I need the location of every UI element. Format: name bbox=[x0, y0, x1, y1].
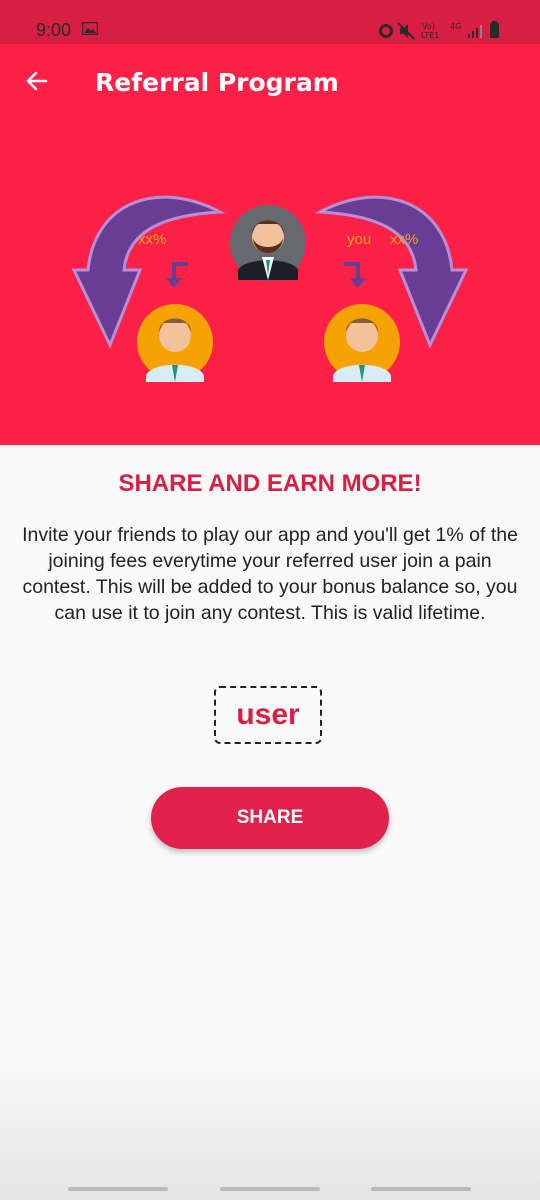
right-percent-label: xx% bbox=[390, 231, 419, 248]
page-title: Referral Program bbox=[95, 68, 339, 97]
signal-icon bbox=[468, 25, 482, 38]
bottom-fade bbox=[0, 1060, 540, 1200]
referral-code-box[interactable]: user bbox=[214, 686, 322, 744]
friend-avatar-left bbox=[137, 304, 213, 382]
nav-bar-handle-center bbox=[220, 1187, 320, 1191]
nav-bar-handle-right bbox=[371, 1187, 471, 1191]
referral-banner: xx% you xx% bbox=[0, 120, 540, 445]
nav-bar-handle-left bbox=[68, 1187, 168, 1191]
referrer-avatar bbox=[230, 205, 306, 281]
app-toolbar: Referral Program bbox=[0, 44, 540, 120]
referral-description: Invite your friends to play our app and … bbox=[22, 524, 518, 624]
arrow-left-icon[interactable] bbox=[22, 66, 52, 96]
small-arrow-left-icon bbox=[166, 262, 188, 288]
share-button[interactable]: SHARE bbox=[151, 787, 389, 849]
referral-illustration bbox=[71, 195, 469, 382]
friend-avatar-right bbox=[324, 304, 400, 382]
you-label: you bbox=[347, 231, 372, 248]
share-heading: SHARE AND EARN MORE! bbox=[118, 470, 422, 497]
referral-code: user bbox=[236, 698, 300, 731]
network-label-2: LTE1 bbox=[421, 31, 439, 40]
network-label-3: 4G bbox=[450, 22, 461, 31]
battery-icon bbox=[490, 21, 499, 38]
status-time: 9:00 bbox=[36, 20, 72, 40]
network-label-1: Vo) bbox=[422, 22, 435, 31]
status-icons: Vo) LTE1 4G bbox=[379, 21, 499, 40]
status-bar: 9:00 Vo) LTE1 4G bbox=[0, 0, 540, 44]
small-arrow-right-icon bbox=[344, 262, 366, 288]
alarm-icon bbox=[379, 24, 393, 38]
mute-icon bbox=[397, 22, 415, 40]
image-notification-icon bbox=[82, 22, 98, 35]
left-percent-label: xx% bbox=[138, 231, 167, 248]
